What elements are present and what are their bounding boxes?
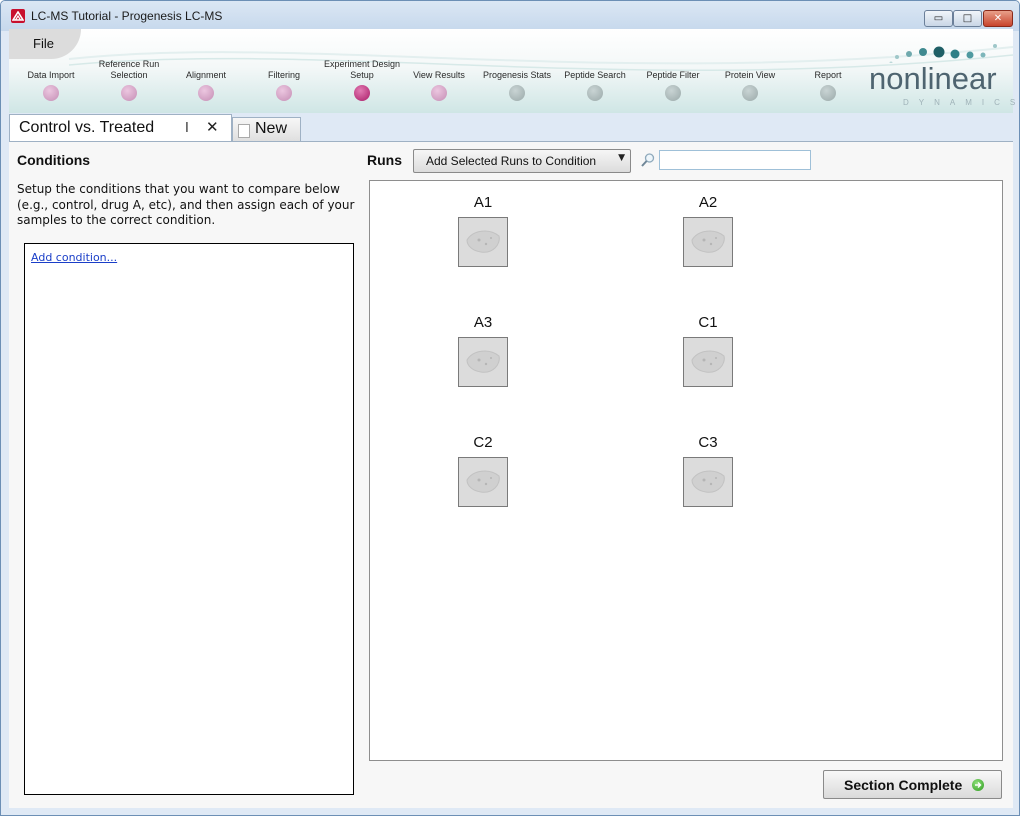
minimize-icon: ▭ [933,13,944,24]
workflow-step-label: Progenesis Stats [482,70,552,80]
step-status-dot [198,85,214,101]
run-label: A1 [473,194,493,211]
title-bar: LC-MS Tutorial - Progenesis LC-MS ▭ □ ✕ [1,1,1019,31]
step-status-dot [121,85,137,101]
workflow-step-data-import[interactable]: Data Import [9,59,93,101]
run-thumbnail-image [458,337,508,387]
conditions-list[interactable]: Add condition... [24,243,354,795]
minimize-button[interactable]: ▭ [924,10,953,27]
logo-subtitle: DYNAMICS [903,98,1020,107]
run-label: C2 [473,434,493,451]
tab-close-icon[interactable]: ✕ [206,118,219,136]
workflow-step-label: Peptide Search [564,70,626,80]
run-label: A2 [698,194,718,211]
workflow-header: File Data Import Reference Run Selection… [9,29,1015,113]
document-tab-strip: Control vs. Treated I ✕ New [9,113,1013,142]
tab-control-vs-treated[interactable]: Control vs. Treated I ✕ [9,114,232,142]
step-status-dot [276,85,292,101]
add-selected-runs-dropdown-button[interactable]: Add Selected Runs to Condition ▼ [413,149,631,173]
logo-dots-icon [889,44,997,63]
text-cursor-icon: I [185,121,189,136]
step-status-dot [509,85,525,101]
logo-wordmark: nonlinear [869,61,997,96]
workflow-step-label: Filtering [267,70,300,80]
run-thumbnail-image [458,457,508,507]
new-document-icon [238,124,250,138]
run-label: A3 [473,314,493,331]
search-icon [641,153,655,167]
workflow-step-protein-view[interactable]: Protein View [708,59,792,101]
runs-heading: Runs [367,152,402,168]
workflow-step-label: Report [814,70,842,80]
workflow-step-label: Experiment Design Setup [323,59,401,80]
runs-search-input[interactable] [659,150,811,170]
conditions-description: Setup the conditions that you want to co… [17,182,355,227]
step-status-dot [43,85,59,101]
tab-label: Control vs. Treated [19,119,155,136]
maximize-button[interactable]: □ [953,10,982,27]
run-thumbnail-image [683,457,733,507]
workflow-step-experiment-design-setup[interactable]: Experiment Design Setup [320,59,404,101]
runs-grid[interactable]: A1 A2 A3 C1 C2 C3 [369,180,1003,761]
workflow-step-reference-run-selection[interactable]: Reference Run Selection [87,59,171,101]
workflow-step-label: Reference Run Selection [98,59,160,80]
arrow-right-icon [972,779,984,791]
run-thumbnail-image [458,217,508,267]
run-tile-c1[interactable]: C1 [668,314,748,387]
run-tile-a3[interactable]: A3 [443,314,523,387]
section-complete-button[interactable]: Section Complete [823,770,1002,799]
step-status-dot [431,85,447,101]
add-selected-runs-label: Add Selected Runs to Condition [426,154,597,168]
tab-new[interactable]: New [232,117,301,142]
run-thumbnail-image [683,337,733,387]
step-status-dot [820,85,836,101]
run-tile-c2[interactable]: C2 [443,434,523,507]
section-complete-label: Section Complete [844,777,963,793]
workflow-step-label: Peptide Filter [646,70,700,80]
workflow-step-report[interactable]: Report [786,59,870,101]
run-tile-c3[interactable]: C3 [668,434,748,507]
step-status-dot [665,85,681,101]
workflow-step-alignment[interactable]: Alignment [164,59,248,101]
workflow-step-label: Alignment [185,70,227,80]
app-window: LC-MS Tutorial - Progenesis LC-MS ▭ □ ✕ … [0,0,1020,816]
workflow-step-progenesis-stats[interactable]: Progenesis Stats [475,59,559,101]
file-menu[interactable]: File [33,36,54,51]
workflow-step-peptide-filter[interactable]: Peptide Filter [631,59,715,101]
conditions-heading: Conditions [17,152,91,168]
run-label: C1 [698,314,718,331]
add-condition-link[interactable]: Add condition... [31,251,117,264]
workflow-step-peptide-search[interactable]: Peptide Search [553,59,637,101]
close-icon: ✕ [993,13,1003,24]
run-tile-a1[interactable]: A1 [443,194,523,267]
step-status-dot [587,85,603,101]
app-icon [11,9,25,23]
close-window-button[interactable]: ✕ [983,10,1013,27]
maximize-icon: □ [962,13,973,24]
experiment-design-panel: Conditions Setup the conditions that you… [9,141,1013,808]
workflow-step-filtering[interactable]: Filtering [242,59,326,101]
workflow-step-label: Protein View [724,70,776,80]
run-label: C3 [698,434,718,451]
workflow-step-label: View Results [413,70,465,80]
window-title: LC-MS Tutorial - Progenesis LC-MS [31,9,223,23]
workflow-step-label: Data Import [27,70,75,80]
run-tile-a2[interactable]: A2 [668,194,748,267]
run-thumbnail-image [683,217,733,267]
step-status-dot [354,85,370,101]
nonlinear-logo: nonlinear DYNAMICS [869,43,1015,107]
tab-new-label: New [255,120,288,137]
chevron-down-icon: ▼ [618,153,625,163]
step-status-dot [742,85,758,101]
workflow-step-view-results[interactable]: View Results [397,59,481,101]
